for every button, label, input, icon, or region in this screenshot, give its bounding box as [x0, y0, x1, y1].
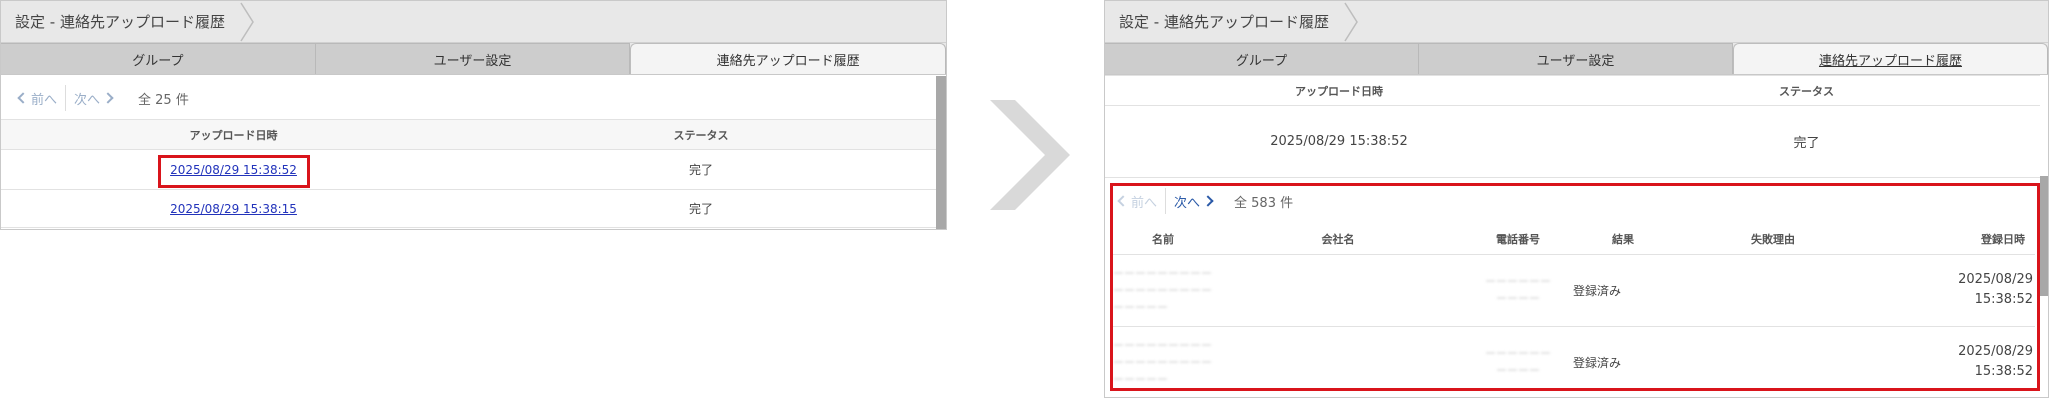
scrollbar[interactable]: [936, 76, 946, 229]
tab-bar: グループ ユーザー設定 連絡先アップロード履歴: [1105, 43, 2048, 75]
status-cell: 完了: [1573, 105, 2040, 178]
column-header-datetime: アップロード日時: [1, 119, 466, 150]
table-row: 2025/08/29 15:38:52 完了: [1, 149, 936, 190]
breadcrumb: 設定 - 連絡先アップロード履歴: [1, 1, 946, 43]
upload-history-table: アップロード日時 ステータス 2025/08/29 15:38:52 完了 20…: [1, 119, 936, 228]
highlight-box-detail: [1110, 183, 2040, 391]
tab-contact-upload-history[interactable]: 連絡先アップロード履歴: [630, 43, 946, 74]
table-header-row: アップロード日時 ステータス: [1105, 75, 2040, 106]
total-count-label: 全 25 件: [138, 92, 189, 108]
datetime-link[interactable]: 2025/08/29 15:38:15: [170, 202, 297, 216]
big-arrow-icon: [990, 100, 1070, 210]
tab-label: ユーザー設定: [1536, 53, 1615, 69]
tab-label: 連絡先アップロード履歴: [716, 53, 860, 69]
scrollbar[interactable]: [2040, 176, 2048, 296]
highlight-box-link: [158, 155, 310, 188]
tab-label: ユーザー設定: [433, 53, 512, 69]
tab-group[interactable]: グループ: [1105, 43, 1419, 74]
datetime-cell: 2025/08/29 15:38:52: [1105, 105, 1573, 178]
tab-user-settings[interactable]: ユーザー設定: [315, 43, 631, 74]
pager: 前へ 次へ 全 25 件: [1, 77, 946, 119]
chevron-left-icon: [17, 92, 29, 104]
chevron-right-icon: [102, 92, 114, 104]
tab-user-settings[interactable]: ユーザー設定: [1419, 43, 1733, 74]
tab-label: グループ: [132, 53, 184, 69]
prev-label: 前へ: [31, 92, 58, 108]
column-header-status: ステータス: [1573, 75, 2040, 106]
tab-contact-upload-history[interactable]: 連絡先アップロード履歴: [1733, 43, 2048, 74]
breadcrumb-text: 設定 - 連絡先アップロード履歴: [15, 13, 225, 31]
table-header-row: アップロード日時 ステータス: [1, 119, 936, 150]
status-cell: 完了: [466, 149, 936, 190]
breadcrumb: 設定 - 連絡先アップロード履歴: [1105, 1, 2048, 43]
tab-group[interactable]: グループ: [1, 43, 316, 74]
screenshot-canvas: 設定 - 連絡先アップロード履歴 グループ ユーザー設定 連絡先アップロード履歴…: [0, 0, 2049, 398]
column-header-status: ステータス: [466, 119, 936, 150]
tab-label: グループ: [1235, 53, 1288, 69]
breadcrumb-chevron-icon: [240, 2, 254, 42]
status-cell: 完了: [466, 189, 936, 228]
next-button[interactable]: 次へ: [74, 89, 114, 108]
breadcrumb-text: 設定 - 連絡先アップロード履歴: [1119, 13, 1329, 31]
pager-divider: [65, 85, 67, 111]
datetime-cell: 2025/08/29 15:38:15: [1, 189, 466, 228]
column-header-datetime: アップロード日時: [1105, 75, 1573, 106]
table-row: 2025/08/29 15:38:52 完了: [1105, 105, 2040, 178]
prev-button[interactable]: 前へ: [17, 89, 58, 108]
table-row: 2025/08/29 15:38:15 完了: [1, 189, 936, 228]
tab-label: 連絡先アップロード履歴: [1818, 53, 1962, 69]
left-panel: 設定 - 連絡先アップロード履歴 グループ ユーザー設定 連絡先アップロード履歴…: [0, 0, 947, 230]
total-count: 全 25 件: [138, 89, 189, 108]
upload-history-table: アップロード日時 ステータス 2025/08/29 15:38:52 完了: [1105, 75, 2040, 178]
breadcrumb-chevron-icon: [1344, 2, 1358, 42]
tab-bar: グループ ユーザー設定 連絡先アップロード履歴: [1, 43, 946, 75]
next-label: 次へ: [74, 92, 101, 108]
